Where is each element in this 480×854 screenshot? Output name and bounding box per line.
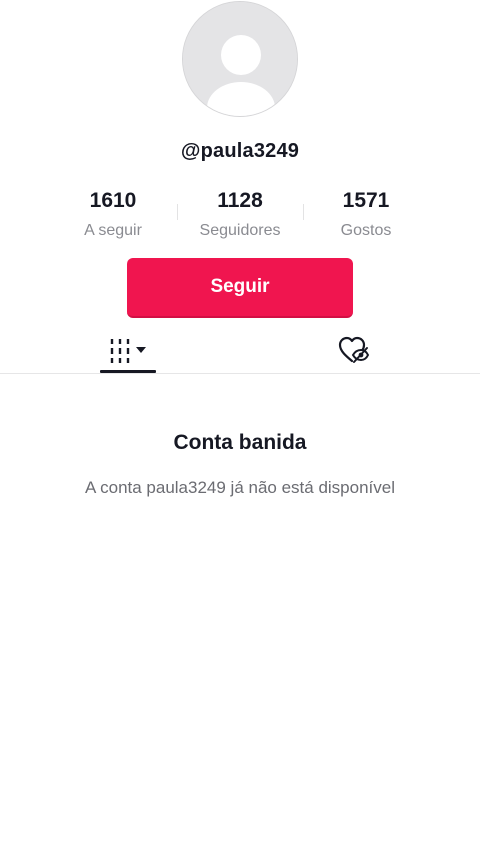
stat-likes-label: Gostos <box>340 222 392 239</box>
stat-followers[interactable]: 1128 Seguidores <box>175 186 305 244</box>
stat-followers-label: Seguidores <box>199 222 281 239</box>
chevron-down-icon <box>136 347 146 353</box>
stat-likes-value: 1571 <box>342 189 390 212</box>
follow-button[interactable]: Seguir <box>127 258 353 318</box>
tab-selected-indicator <box>100 370 156 373</box>
profile-stats: 1610 A seguir 1128 Seguidores 1571 Gosto… <box>0 186 480 246</box>
tab-liked[interactable] <box>334 332 372 368</box>
avatar[interactable] <box>182 1 298 117</box>
stat-likes[interactable]: 1571 Gostos <box>301 186 431 244</box>
content-tabs <box>0 326 480 374</box>
liked-hidden-icon <box>338 336 370 363</box>
video-grid-icon <box>110 339 146 363</box>
profile-username: @paula3249 <box>180 140 300 162</box>
profile-page: @paula3249 1610 A seguir 1128 Seguidores… <box>0 0 480 854</box>
default-avatar-icon <box>183 2 297 116</box>
banned-title: Conta banida <box>173 431 307 454</box>
stat-following-label: A seguir <box>84 222 142 239</box>
stat-following-value: 1610 <box>89 189 137 212</box>
banned-message: A conta paula3249 já não está disponível <box>84 478 396 497</box>
stat-following[interactable]: 1610 A seguir <box>48 186 178 244</box>
tab-videos[interactable] <box>100 326 156 374</box>
stat-followers-value: 1128 <box>217 189 263 212</box>
